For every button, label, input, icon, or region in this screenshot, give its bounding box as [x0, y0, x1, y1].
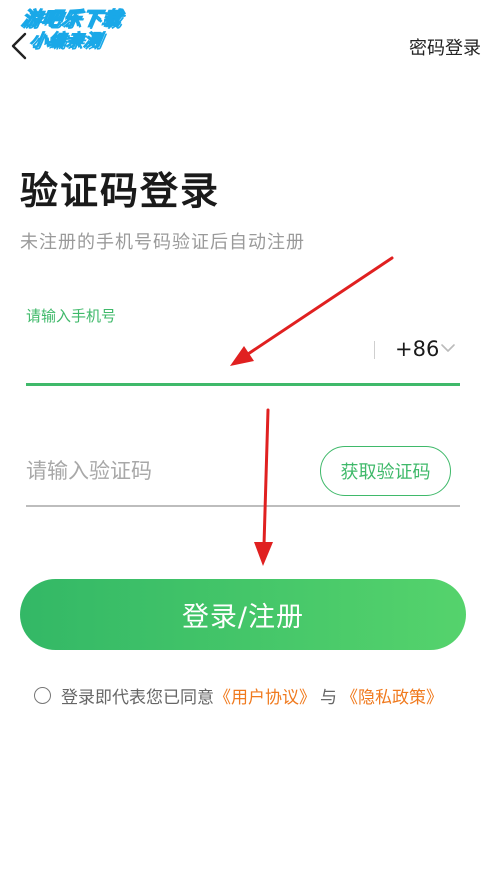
get-code-button[interactable]: 获取验证码 [320, 446, 451, 496]
agreement-radio[interactable] [34, 687, 51, 704]
password-login-link[interactable]: 密码登录 [409, 34, 481, 60]
agreement-row: 登录即代表您已同意 《用户协议》 与 《隐私政策》 [34, 683, 443, 708]
phone-field-label: 请输入手机号 [26, 307, 117, 325]
country-code-divider [374, 341, 375, 359]
code-field-underline [26, 505, 460, 507]
country-code-select[interactable]: +86 [395, 337, 439, 361]
country-code-dropdown[interactable] [440, 340, 456, 356]
watermark-line1: 游吧乐下载 [20, 8, 125, 31]
phone-input[interactable] [26, 334, 366, 374]
privacy-policy-link[interactable]: 《隐私政策》 [341, 683, 443, 708]
verification-code-input[interactable] [26, 452, 306, 492]
chevron-down-icon [441, 344, 455, 352]
page-title: 验证码登录 [20, 169, 221, 213]
watermark-logo: 游吧乐下载 小编亲测 [16, 8, 154, 52]
page-subtitle: 未注册的手机号码验证后自动注册 [20, 232, 305, 253]
agreement-conjunction: 与 [320, 688, 337, 708]
annotation-arrows [230, 256, 394, 566]
phone-field-underline [26, 383, 460, 386]
user-agreement-link[interactable]: 《用户协议》 [214, 683, 316, 708]
watermark-line2: 小编亲测 [28, 31, 105, 52]
chevron-left-icon [11, 32, 27, 60]
login-register-button[interactable]: 登录/注册 [20, 579, 466, 650]
agreement-prefix: 登录即代表您已同意 [61, 688, 214, 708]
back-button[interactable] [8, 30, 32, 62]
